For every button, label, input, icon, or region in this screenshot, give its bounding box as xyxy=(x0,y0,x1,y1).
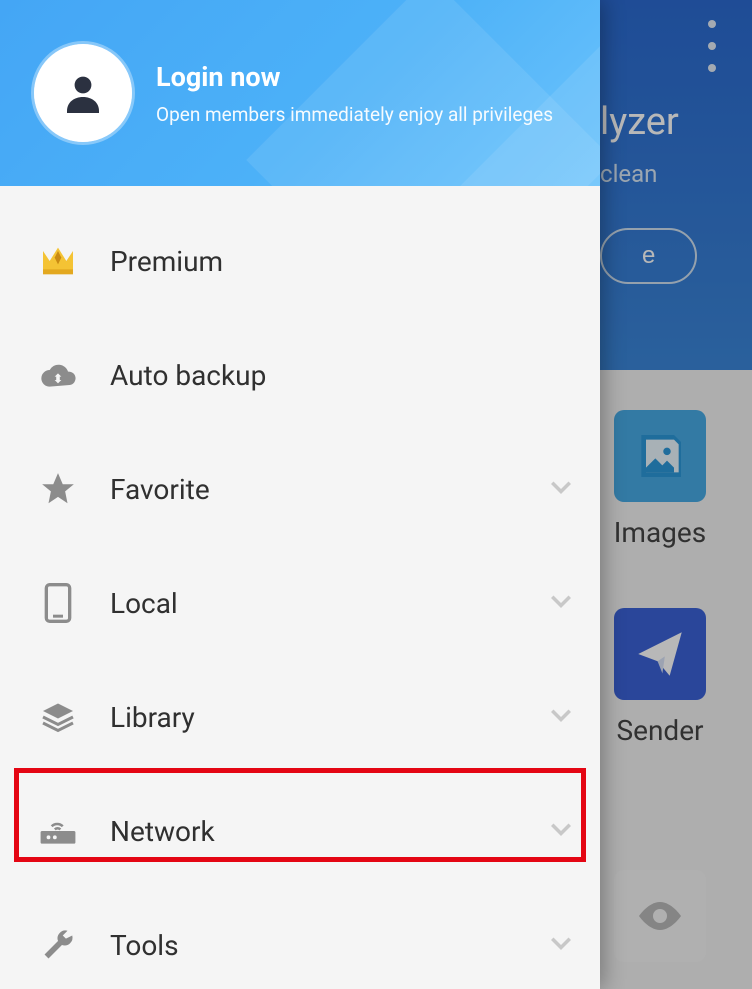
menu-item-premium[interactable]: Premium xyxy=(0,204,600,318)
chevron-down-icon xyxy=(550,594,572,613)
drawer-menu: Premium Auto backup Favorite Local xyxy=(0,186,600,989)
menu-label: Favorite xyxy=(110,473,550,506)
paper-plane-icon xyxy=(614,608,706,700)
login-header[interactable]: Login now Open members immediately enjoy… xyxy=(0,0,600,186)
menu-item-favorite[interactable]: Favorite xyxy=(0,432,600,546)
main-action-button[interactable]: e xyxy=(600,228,697,284)
eye-icon xyxy=(614,870,706,962)
navigation-drawer: Login now Open members immediately enjoy… xyxy=(0,0,600,989)
images-label: Images xyxy=(600,516,720,549)
cloud-icon xyxy=(36,353,80,397)
stack-icon xyxy=(36,695,80,739)
menu-item-tools[interactable]: Tools xyxy=(0,888,600,989)
cloud-tile[interactable] xyxy=(600,870,720,976)
images-tile[interactable]: Images xyxy=(600,410,720,549)
network-icon xyxy=(36,809,80,853)
menu-item-library[interactable]: Library xyxy=(0,660,600,774)
menu-label: Tools xyxy=(110,929,550,962)
menu-item-network[interactable]: Network xyxy=(0,774,600,888)
menu-item-auto-backup[interactable]: Auto backup xyxy=(0,318,600,432)
menu-label: Network xyxy=(110,815,550,848)
image-icon xyxy=(614,410,706,502)
menu-label: Local xyxy=(110,587,550,620)
sender-tile[interactable]: Sender xyxy=(600,608,720,747)
menu-label: Premium xyxy=(110,245,572,278)
chevron-down-icon xyxy=(550,822,572,841)
login-subtitle: Open members immediately enjoy all privi… xyxy=(156,103,553,126)
chevron-down-icon xyxy=(550,708,572,727)
login-title: Login now xyxy=(156,61,553,93)
wrench-icon xyxy=(36,923,80,967)
menu-label: Auto backup xyxy=(110,359,572,392)
star-icon xyxy=(36,467,80,511)
overflow-menu-icon[interactable] xyxy=(708,20,716,72)
main-subtitle: clean xyxy=(600,160,657,188)
chevron-down-icon xyxy=(550,480,572,499)
person-icon xyxy=(59,69,107,117)
main-title: lyzer xyxy=(600,100,679,144)
avatar xyxy=(34,44,132,142)
phone-icon xyxy=(36,581,80,625)
menu-label: Library xyxy=(110,701,550,734)
sender-label: Sender xyxy=(600,714,720,747)
crown-icon xyxy=(36,239,80,283)
menu-item-local[interactable]: Local xyxy=(0,546,600,660)
chevron-down-icon xyxy=(550,936,572,955)
